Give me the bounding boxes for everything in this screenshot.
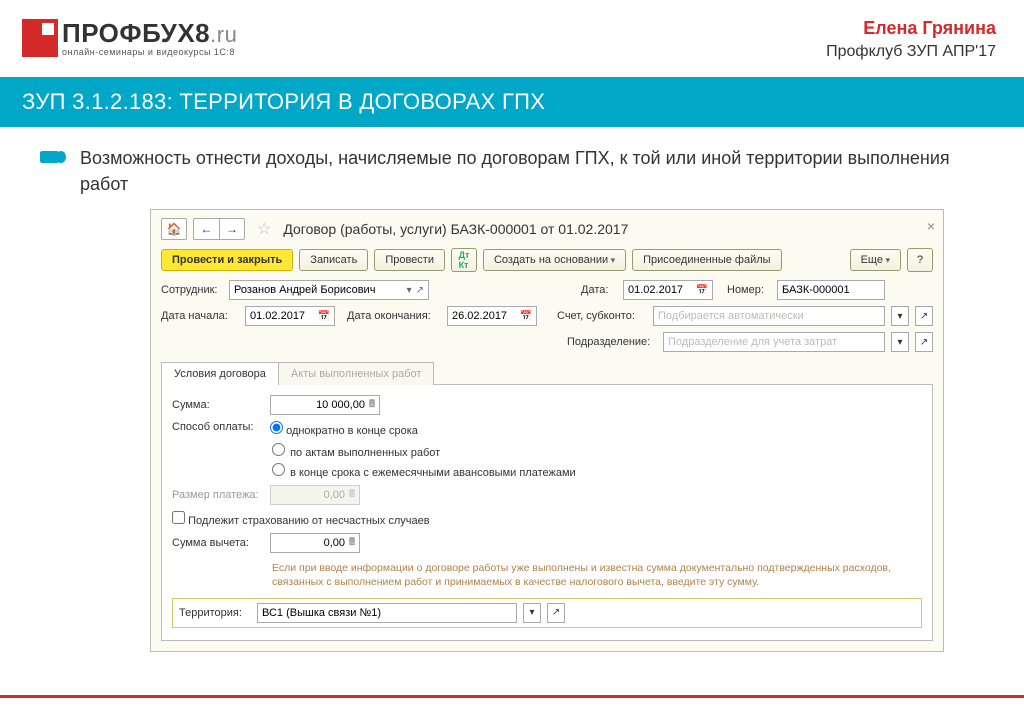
deduct-field[interactable]: 🖩	[270, 533, 360, 553]
label-deduct: Сумма вычета:	[172, 537, 264, 549]
author-sub: Профклуб ЗУП АПР'17	[826, 43, 996, 61]
label-dept: Подразделение:	[567, 336, 657, 348]
attached-files-button[interactable]: Присоединенные файлы	[632, 249, 781, 271]
logo-tagline: онлайн-семинары и видеокурсы 1С:8	[62, 47, 237, 57]
label-sum: Сумма:	[172, 399, 264, 411]
more-button[interactable]: Еще	[850, 249, 901, 271]
dept-pick-button[interactable]: ▾	[891, 332, 909, 352]
territory-open-button[interactable]: ↗	[547, 603, 565, 623]
header-right: Елена Грянина Профклуб ЗУП АПР'17	[826, 18, 996, 61]
slide-header: ПРОФБУХ8.ru онлайн-семинары и видеокурсы…	[0, 0, 1024, 71]
label-number: Номер:	[727, 284, 771, 296]
author-name: Елена Грянина	[826, 18, 996, 39]
forward-button[interactable]: →	[219, 218, 245, 240]
account-field[interactable]: Подбирается автоматически	[653, 306, 885, 326]
chevron-down-icon[interactable]: ▾	[407, 285, 412, 296]
tabs: Условия договора Акты выполненных работ	[161, 362, 933, 385]
slide-title: ЗУП 3.1.2.183: ТЕРРИТОРИЯ В ДОГОВОРАХ ГП…	[22, 89, 1002, 115]
pay-option-1[interactable]: однократно в конце срока	[270, 421, 418, 437]
payment-size-field: 🖩	[270, 485, 360, 505]
label-payment-size: Размер платежа:	[172, 489, 264, 501]
home-button[interactable]: 🏠	[161, 218, 187, 240]
back-button[interactable]: ←	[193, 218, 219, 240]
logo-text: ПРОФБУХ8.ru	[62, 18, 237, 49]
app-window: × 🏠 ← → ☆ Договор (работы, услуги) БАЗК-…	[150, 209, 944, 651]
territory-row: Территория: ▾ ↗	[172, 598, 922, 628]
employee-field[interactable]: ▾↗	[229, 280, 429, 300]
dept-field[interactable]: Подразделение для учета затрат	[663, 332, 885, 352]
date-end-field[interactable]: 📅	[447, 306, 537, 326]
insurance-checkbox[interactable]: Подлежит страхованию от несчастных случа…	[172, 511, 430, 527]
dept-open-button[interactable]: ↗	[915, 332, 933, 352]
label-pay-method: Способ оплаты:	[172, 421, 264, 433]
calc-icon[interactable]: 🖩	[369, 397, 375, 414]
help-button[interactable]: ?	[907, 248, 933, 272]
label-date-start: Дата начала:	[161, 310, 239, 322]
territory-pick-button[interactable]: ▾	[523, 603, 541, 623]
logo-icon	[22, 19, 58, 57]
territory-field[interactable]	[257, 603, 517, 623]
calendar-icon[interactable]: 📅	[696, 285, 708, 296]
label-territory: Территория:	[179, 607, 251, 619]
label-account: Счет, субконто:	[557, 310, 647, 322]
calendar-icon[interactable]: 📅	[318, 311, 330, 322]
toolbar: Провести и закрыть Записать Провести ДтК…	[161, 248, 933, 272]
number-field[interactable]	[777, 280, 885, 300]
footer-line	[0, 695, 1024, 698]
open-ref-icon[interactable]: ↗	[416, 285, 424, 296]
calc-icon[interactable]: 🖩	[349, 535, 355, 552]
label-date: Дата:	[581, 284, 617, 296]
close-icon[interactable]: ×	[927, 218, 935, 234]
brand-block: ПРОФБУХ8.ru онлайн-семинары и видеокурсы…	[22, 18, 237, 57]
pay-option-2[interactable]: по актам выполненных работ	[272, 443, 440, 459]
post-button[interactable]: Провести	[374, 249, 445, 271]
dt-kt-button[interactable]: ДтКт	[451, 248, 477, 272]
bullet-text: Возможность отнести доходы, начисляемые …	[80, 145, 994, 197]
window-title: Договор (работы, услуги) БАЗК-000001 от …	[283, 221, 628, 237]
account-open-button[interactable]: ↗	[915, 306, 933, 326]
tab-panel: Сумма: 🖩 Способ оплаты: однократно в кон…	[161, 384, 933, 640]
bullet-row: Возможность отнести доходы, начисляемые …	[0, 127, 1024, 209]
bullet-icon	[40, 151, 62, 163]
save-button[interactable]: Записать	[299, 249, 368, 271]
date-field[interactable]: 📅	[623, 280, 713, 300]
title-band: ЗУП 3.1.2.183: ТЕРРИТОРИЯ В ДОГОВОРАХ ГП…	[0, 77, 1024, 127]
calc-icon: 🖩	[349, 487, 355, 504]
favorite-icon[interactable]: ☆	[257, 219, 271, 239]
date-start-field[interactable]: 📅	[245, 306, 335, 326]
deduct-hint: Если при вводе информации о договоре раб…	[272, 561, 922, 589]
pay-option-3[interactable]: в конце срока с ежемесячными авансовыми …	[272, 463, 576, 479]
create-based-on-button[interactable]: Создать на основании	[483, 249, 626, 271]
calendar-icon[interactable]: 📅	[520, 311, 532, 322]
post-close-button[interactable]: Провести и закрыть	[161, 249, 293, 271]
label-date-end: Дата окончания:	[347, 310, 441, 322]
tab-contract-terms[interactable]: Условия договора	[161, 362, 279, 385]
tab-work-acts[interactable]: Акты выполненных работ	[279, 362, 435, 385]
account-pick-button[interactable]: ▾	[891, 306, 909, 326]
sum-field[interactable]: 🖩	[270, 395, 380, 415]
label-employee: Сотрудник:	[161, 284, 223, 296]
